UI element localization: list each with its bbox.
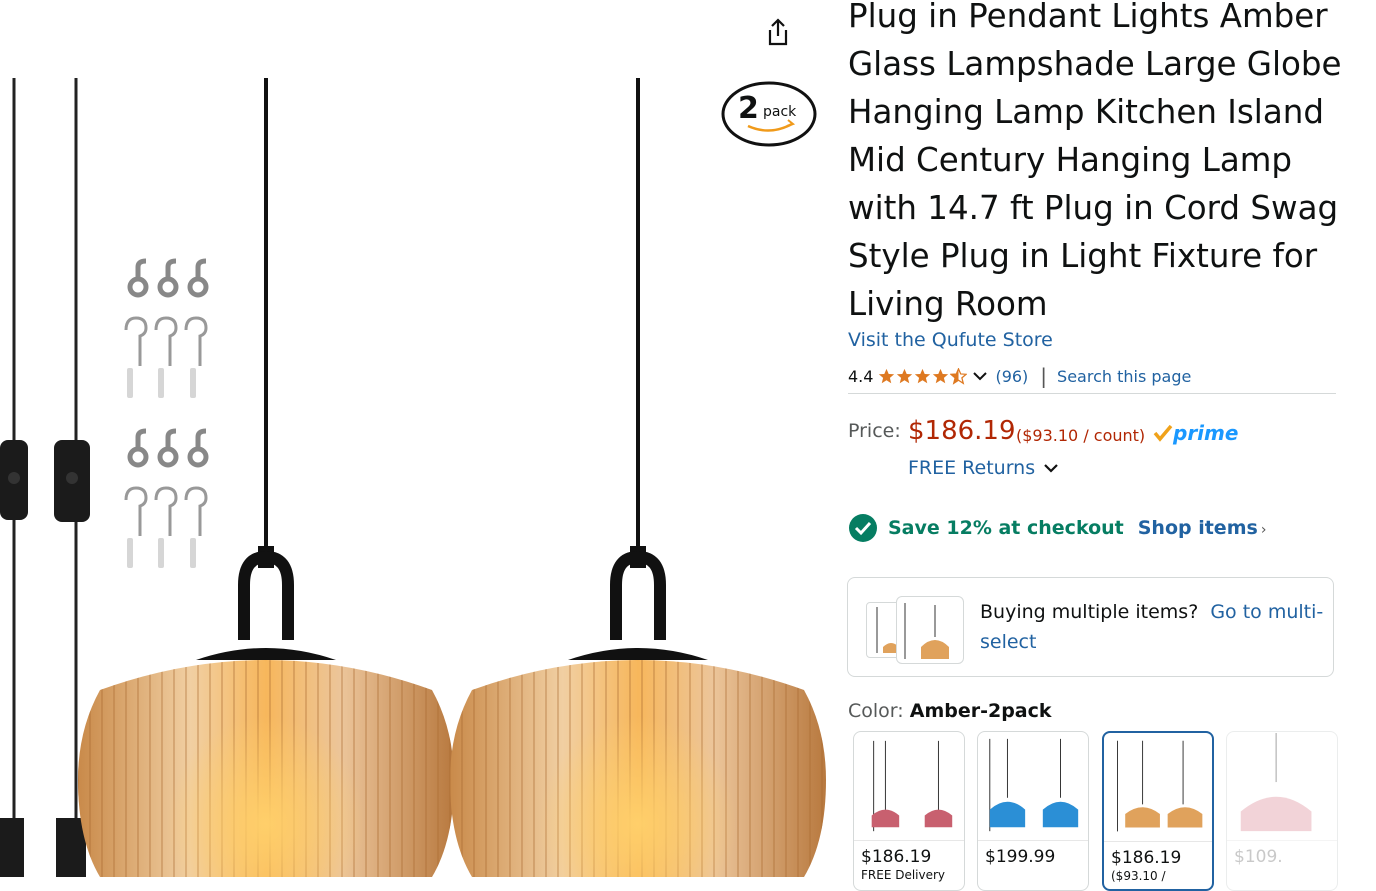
prime-label: prime [1173, 421, 1239, 445]
pack-badge-number: 2 [738, 91, 759, 126]
rating-count-link[interactable]: (96) [995, 367, 1028, 386]
prime-badge: prime [1153, 421, 1238, 445]
color-swatch-amber[interactable]: $186.19 ($93.10 / [1102, 731, 1214, 891]
color-swatch-pink[interactable]: $186.19 FREE Delivery [853, 731, 965, 891]
store-link[interactable]: Visit the Qufute Store [848, 329, 1053, 351]
swatch-image [978, 738, 1088, 841]
shop-items-link[interactable]: Shop items › [1138, 517, 1267, 539]
swatch-subtext: ($93.10 / [1111, 869, 1166, 883]
checkmark-icon [1153, 424, 1173, 442]
multi-thumb-front [896, 596, 964, 664]
swatch-price: $109. [1234, 847, 1283, 867]
chevron-down-icon [973, 372, 988, 381]
savings-row: Save 12% at checkout Shop items › [848, 513, 1266, 543]
pendant-lamp-image [0, 78, 826, 877]
check-circle-icon [849, 514, 877, 542]
divider [848, 393, 1336, 394]
rating-value: 4.4 [848, 366, 874, 386]
share-icon[interactable] [760, 14, 796, 50]
product-title: Plug in Pendant Lights Amber Glass Lamps… [848, 0, 1342, 323]
color-label-row: Color: Amber-2pack [848, 700, 1052, 722]
savings-text: Save 12% at checkout [888, 517, 1124, 539]
swatch-subtext: FREE Delivery [861, 868, 946, 882]
rating-row: 4.4 (96) | Search this page [848, 364, 1191, 388]
swatch-image [854, 740, 964, 841]
shop-items-label: Shop items [1137, 517, 1258, 539]
divider: | [1040, 364, 1048, 388]
rating-stars[interactable] [878, 367, 989, 385]
swatch-image [1104, 740, 1212, 842]
swatch-overflow: $109. [1226, 731, 1376, 891]
free-returns-link[interactable]: FREE Returns [908, 457, 1061, 479]
swatch-image [1227, 732, 1337, 841]
multi-select-text: Buying multiple items? [980, 601, 1199, 623]
product-main-image[interactable] [0, 0, 830, 877]
swatch-price: $186.19 [861, 847, 932, 867]
swatch-price: $199.99 [985, 847, 1056, 867]
star-half-icon [950, 367, 968, 385]
color-selected: Amber-2pack [909, 700, 1052, 722]
star-icon [879, 368, 895, 383]
chevron-right-icon: › [1260, 522, 1267, 538]
search-page-link[interactable]: Search this page [1057, 367, 1191, 386]
chevron-down-icon [1044, 464, 1058, 473]
color-swatch-blue[interactable]: $199.99 [977, 731, 1089, 891]
star-icon [915, 368, 931, 383]
multi-select-text-block: Buying multiple items? Go to multi-selec… [980, 597, 1330, 657]
color-swatch-pink-light[interactable]: $109. [1226, 731, 1338, 891]
unit-price: ($93.10 / count) [1016, 426, 1146, 445]
swatch-price: $186.19 [1111, 848, 1182, 868]
star-icon [897, 368, 913, 383]
price-value: $186.19 [908, 416, 1016, 446]
price-label: Price: [848, 420, 901, 442]
free-returns-label: FREE Returns [908, 457, 1036, 479]
color-label: Color: [848, 700, 904, 722]
pack-badge-word: pack [763, 104, 797, 120]
pack-badge: 2 pack [720, 80, 818, 148]
star-icon [933, 368, 949, 383]
